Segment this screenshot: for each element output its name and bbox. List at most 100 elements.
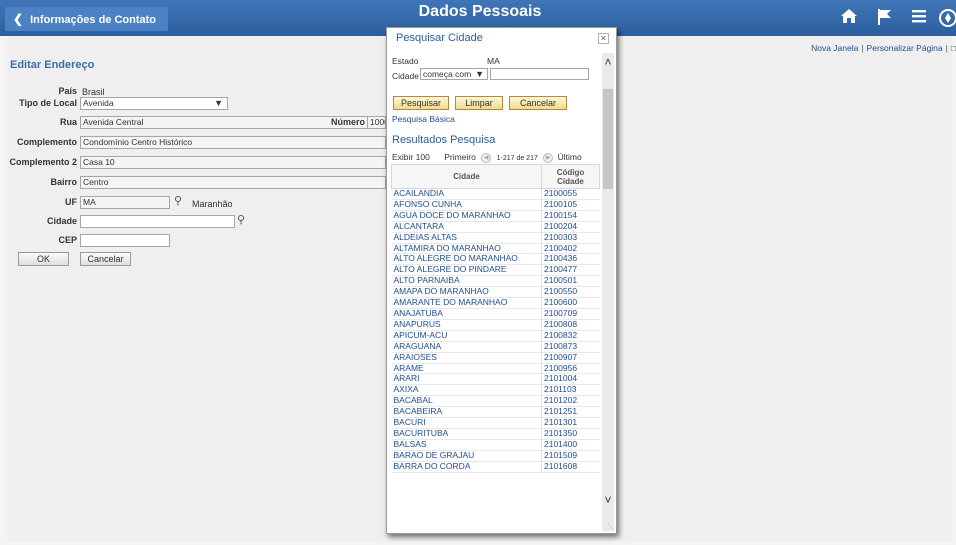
city-code-link[interactable]: 2101202 bbox=[541, 395, 600, 408]
table-row[interactable]: BACABAL 2101202 bbox=[391, 395, 600, 408]
city-name-link[interactable]: ANAJATUBA bbox=[391, 308, 542, 320]
city-name-link[interactable]: ALTO ALEGRE DO MARANHAO bbox=[391, 254, 542, 266]
city-name-link[interactable]: BARRA DO CORDA bbox=[391, 461, 542, 473]
complemento2-input[interactable]: Casa 10 bbox=[80, 156, 386, 169]
city-code-link[interactable]: 2100477 bbox=[541, 264, 600, 277]
city-name-link[interactable]: AFONSO CUNHA bbox=[391, 199, 542, 211]
home-icon[interactable] bbox=[838, 8, 860, 28]
city-code-link[interactable]: 2101251 bbox=[541, 406, 600, 419]
city-code-link[interactable]: 2100832 bbox=[541, 330, 600, 342]
city-name-link[interactable]: AXIXA bbox=[391, 384, 542, 397]
city-code-link[interactable]: 2100204 bbox=[541, 221, 600, 233]
search-button[interactable]: Pesquisar bbox=[393, 96, 449, 110]
table-row[interactable]: ALDEIAS ALTAS 2100303 bbox=[391, 232, 600, 244]
flag-icon[interactable] bbox=[874, 8, 896, 28]
city-name-link[interactable]: BACABAL bbox=[391, 395, 542, 408]
cidade-lookup-icon[interactable]: ⚲ bbox=[237, 213, 245, 226]
last-link[interactable]: Último bbox=[558, 152, 582, 162]
ok-button[interactable]: OK bbox=[18, 252, 69, 266]
city-code-link[interactable]: 2100436 bbox=[541, 254, 600, 266]
table-row[interactable]: AMARANTE DO MARANHAO 2100600 bbox=[391, 297, 600, 309]
city-code-link[interactable]: 2100105 bbox=[541, 199, 600, 211]
city-name-link[interactable]: BACURI bbox=[391, 417, 542, 429]
bairro-input[interactable]: Centro bbox=[80, 176, 386, 189]
menu-icon[interactable] bbox=[908, 8, 930, 28]
table-row[interactable]: ACAILANDIA 2100055 bbox=[391, 188, 600, 200]
table-row[interactable]: ALTO ALEGRE DO PINDARE 2100477 bbox=[391, 264, 600, 277]
uf-input[interactable]: MA bbox=[80, 196, 170, 209]
city-code-link[interactable]: 2100873 bbox=[541, 341, 600, 353]
table-row[interactable]: ALTO PARNAIBA 2100501 bbox=[391, 275, 600, 288]
city-code-link[interactable]: 2101400 bbox=[541, 439, 600, 451]
first-link[interactable]: Primeiro bbox=[444, 152, 476, 162]
city-name-link[interactable]: BACURITUBA bbox=[391, 428, 542, 440]
city-name-link[interactable]: ALDEIAS ALTAS bbox=[391, 232, 542, 244]
city-name-link[interactable]: BALSAS bbox=[391, 439, 542, 451]
city-code-link[interactable]: 2101509 bbox=[541, 450, 600, 462]
numero-input[interactable]: 1000 bbox=[367, 116, 386, 129]
city-name-link[interactable]: ARAIOSES bbox=[391, 352, 542, 364]
table-row[interactable]: APICUM-ACU 2100832 bbox=[391, 330, 600, 342]
city-code-link[interactable]: 2100402 bbox=[541, 243, 600, 255]
uf-lookup-icon[interactable]: ⚲ bbox=[174, 194, 182, 207]
table-row[interactable]: BARRA DO CORDA 2101608 bbox=[391, 461, 600, 473]
city-code-link[interactable]: 2100055 bbox=[541, 188, 600, 200]
table-row[interactable]: ALTAMIRA DO MARANHAO 2100402 bbox=[391, 243, 600, 255]
city-name-link[interactable]: APICUM-ACU bbox=[391, 330, 542, 342]
city-code-link[interactable]: 2100154 bbox=[541, 210, 600, 222]
city-code-link[interactable]: 2100709 bbox=[541, 308, 600, 320]
table-row[interactable]: AXIXA 2101103 bbox=[391, 384, 600, 397]
city-code-link[interactable]: 2100907 bbox=[541, 352, 600, 364]
table-row[interactable]: ARARI 2101004 bbox=[391, 373, 600, 386]
city-name-link[interactable]: BACABEIRA bbox=[391, 406, 542, 419]
modal-cancel-button[interactable]: Cancelar bbox=[509, 96, 567, 110]
city-name-link[interactable]: AMARANTE DO MARANHAO bbox=[391, 297, 542, 309]
table-row[interactable]: ANAJATUBA 2100709 bbox=[391, 308, 600, 320]
city-name-link[interactable]: ALTAMIRA DO MARANHAO bbox=[391, 243, 542, 255]
city-code-link[interactable]: 2100501 bbox=[541, 275, 600, 288]
city-code-link[interactable]: 2100303 bbox=[541, 232, 600, 244]
help-link-icon[interactable]: □ bbox=[951, 43, 956, 53]
back-button[interactable]: ❮ Informações de Contato bbox=[5, 7, 168, 31]
city-name-link[interactable]: ARARI bbox=[391, 373, 542, 386]
city-name-link[interactable]: ALTO ALEGRE DO PINDARE bbox=[391, 264, 542, 277]
resize-grip-icon[interactable]: ⋱ bbox=[607, 523, 614, 531]
city-code-link[interactable]: 2101350 bbox=[541, 428, 600, 440]
table-row[interactable]: ANAPURUS 2100808 bbox=[391, 319, 600, 331]
table-row[interactable]: AMAPA DO MARANHAO 2100550 bbox=[391, 286, 600, 299]
table-row[interactable]: ARAGUANA 2100873 bbox=[391, 341, 600, 353]
table-row[interactable]: ARAME 2100956 bbox=[391, 363, 600, 375]
modal-scrollbar[interactable]: ˄ ˅ bbox=[602, 53, 614, 531]
city-name-link[interactable]: ACAILANDIA bbox=[391, 188, 542, 200]
new-window-link[interactable]: Nova Janela bbox=[811, 43, 858, 53]
scroll-thumb[interactable] bbox=[603, 89, 613, 189]
city-code-link[interactable]: 2100550 bbox=[541, 286, 600, 299]
city-code-link[interactable]: 2101103 bbox=[541, 384, 600, 397]
cidade-input[interactable] bbox=[80, 215, 235, 228]
city-code-link[interactable]: 2101004 bbox=[541, 373, 600, 386]
cep-input[interactable] bbox=[80, 234, 170, 247]
table-row[interactable]: AFONSO CUNHA 2100105 bbox=[391, 199, 600, 211]
table-row[interactable]: BACURI 2101301 bbox=[391, 417, 600, 429]
clear-button[interactable]: Limpar bbox=[455, 96, 503, 110]
complemento-input[interactable]: Condomínio Centro Histórico bbox=[80, 136, 386, 149]
city-name-link[interactable]: BARAO DE GRAJAU bbox=[391, 450, 542, 462]
city-code-link[interactable]: 2100600 bbox=[541, 297, 600, 309]
city-name-link[interactable]: ARAME bbox=[391, 363, 542, 375]
previous-icon[interactable]: ◀ bbox=[481, 152, 492, 163]
modal-cidade-input[interactable] bbox=[490, 68, 589, 80]
city-name-link[interactable]: ALTO PARNAIBA bbox=[391, 275, 542, 288]
city-code-link[interactable]: 2100956 bbox=[541, 363, 600, 375]
basic-search-link[interactable]: Pesquisa Básica bbox=[392, 114, 455, 124]
chevron-up-icon[interactable]: ˄ bbox=[602, 55, 614, 69]
city-code-link[interactable]: 2101301 bbox=[541, 417, 600, 429]
chevron-down-icon[interactable]: ˅ bbox=[602, 493, 614, 507]
next-icon[interactable]: ▶ bbox=[543, 152, 554, 163]
table-row[interactable]: AGUA DOCE DO MARANHAO 2100154 bbox=[391, 210, 600, 222]
cancel-button[interactable]: Cancelar bbox=[80, 252, 131, 266]
city-name-link[interactable]: AMAPA DO MARANHAO bbox=[391, 286, 542, 299]
show-100-link[interactable]: Exibir 100 bbox=[392, 152, 430, 162]
city-code-link[interactable]: 2101608 bbox=[541, 461, 600, 473]
city-name-link[interactable]: ANAPURUS bbox=[391, 319, 542, 331]
personalize-link[interactable]: Personalizar Página bbox=[867, 43, 943, 53]
